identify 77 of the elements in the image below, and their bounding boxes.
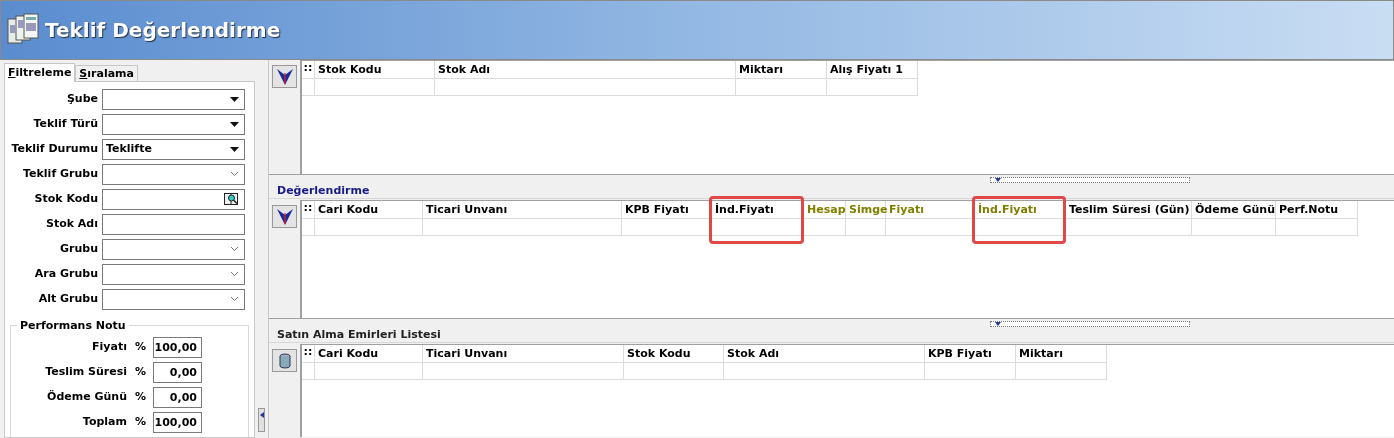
combo-field[interactable] [102, 288, 245, 310]
field-label: Grubu [59, 240, 99, 257]
column-header[interactable]: Miktarı [1016, 345, 1107, 363]
column-header[interactable]: Ticari Unvanı [423, 201, 622, 219]
section-title: Satın Alma Emirleri Listesi [277, 326, 441, 343]
input-field[interactable] [102, 213, 245, 235]
column-header[interactable]: Stok Adı [724, 345, 925, 363]
column-header[interactable]: Stok Kodu [315, 61, 435, 79]
column-header[interactable]: Ödeme Günü [1192, 201, 1276, 219]
column-header[interactable]: KPB Fiyatı [925, 345, 1016, 363]
field-label: Fiyatı [91, 339, 128, 356]
lookup-field[interactable] [102, 188, 245, 210]
chevron-down-icon [230, 271, 239, 277]
combo-field[interactable] [102, 163, 245, 185]
cylinder-icon [277, 352, 292, 369]
field-label: Teklif Türü [32, 115, 99, 132]
number-field[interactable]: 0,00 [153, 387, 202, 408]
column-header[interactable]: Teslim Süresi (Gün) [1066, 201, 1192, 219]
unit-label: % [135, 414, 148, 431]
chevron-down-icon [230, 246, 239, 252]
unit-label: % [135, 339, 148, 356]
field-label: Toplam [81, 414, 128, 431]
dropdown-arrow-icon [230, 96, 239, 102]
column-header[interactable]: Cari Kodu [315, 201, 423, 219]
section-title: Değerlendirme [277, 182, 370, 199]
chevron-down-icon [230, 296, 239, 302]
column-header[interactable]: Hesap [804, 201, 846, 219]
combo-field[interactable] [102, 238, 245, 260]
field-label: Teklif Grubu [22, 165, 99, 182]
column-header[interactable]: Stok Kodu [624, 345, 724, 363]
dropdown-field[interactable]: Teklifte [102, 138, 245, 160]
documents-icon [7, 13, 41, 47]
field-label: Teslim Süresi [44, 364, 128, 381]
window-title: Teklif Değerlendirme [45, 17, 281, 44]
table-cell [846, 219, 886, 236]
column-header[interactable]: Alış Fiyatı 1 [827, 61, 918, 79]
table-cell [804, 219, 846, 236]
column-header[interactable]: Stok Adı [435, 61, 736, 79]
column-header[interactable]: Ticari Unvanı [423, 345, 624, 363]
number-field[interactable]: 0,00 [153, 362, 202, 383]
dropdown-arrow-icon [230, 146, 239, 152]
dropdown-arrow-icon [230, 121, 239, 127]
column-header[interactable]: Miktarı [736, 61, 827, 79]
funnel-arrow-icon [276, 207, 293, 226]
column-header[interactable]: Fiyatı [886, 201, 975, 219]
column-header[interactable]: İnd.Fiyatı [975, 201, 1066, 219]
number-field[interactable]: 100,00 [153, 412, 202, 433]
column-header[interactable]: İnd.Fiyatı [712, 201, 804, 219]
field-value: Teklifte [106, 140, 152, 157]
field-label: Stok Kodu [33, 190, 99, 207]
toolbar-button[interactable] [272, 349, 297, 372]
field-label: Stok Adı [44, 215, 99, 232]
combo-field[interactable] [102, 263, 245, 285]
chevron-down-icon [230, 171, 239, 177]
field-label: Teklif Durumu [10, 140, 99, 157]
unit-label: % [135, 389, 148, 406]
column-header[interactable]: Perf.Notu [1276, 201, 1358, 219]
dropdown-field[interactable] [102, 88, 245, 110]
field-label: Ara Grubu [33, 265, 99, 282]
collapse-handle[interactable] [258, 408, 265, 432]
dropdown-field[interactable] [102, 113, 245, 135]
funnel-arrow-icon [276, 67, 293, 86]
field-label: Alt Grubu [37, 290, 99, 307]
number-field[interactable]: 100,00 [153, 337, 202, 358]
book-search-icon [224, 192, 239, 206]
tab[interactable]: Sıralama [75, 65, 138, 81]
column-header[interactable]: KPB Fiyatı [622, 201, 712, 219]
toolbar-button[interactable] [272, 205, 297, 228]
toolbar-button[interactable] [272, 65, 297, 88]
field-label: Şube [65, 90, 99, 107]
column-header[interactable]: Cari Kodu [315, 345, 423, 363]
field-label: Ödeme Günü [46, 389, 128, 406]
tab[interactable]: Filtreleme [4, 63, 76, 82]
unit-label: % [135, 364, 148, 381]
splitter-handle[interactable] [990, 176, 1190, 183]
column-header[interactable]: Simge [846, 201, 886, 219]
splitter-handle[interactable] [990, 320, 1190, 327]
